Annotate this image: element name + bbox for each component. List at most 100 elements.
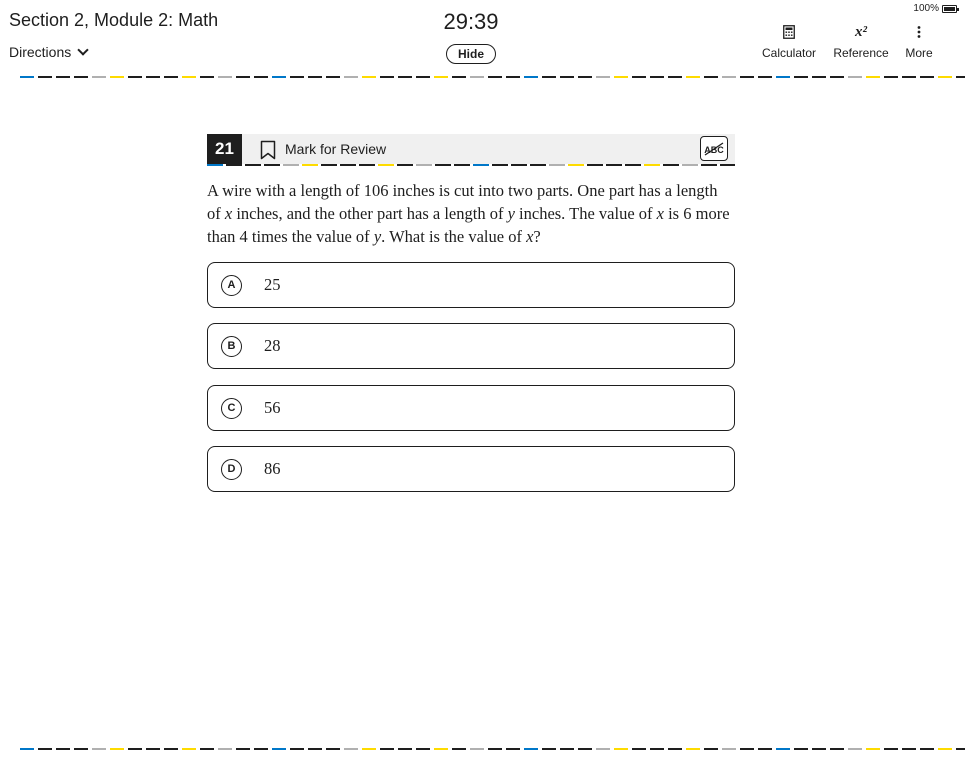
- divider-dash: [830, 76, 844, 78]
- divider-dash: [794, 76, 808, 78]
- divider-dash: [207, 164, 223, 166]
- divider-dash: [740, 748, 754, 750]
- divider-dash: [218, 748, 232, 750]
- divider-dash: [434, 76, 448, 78]
- footer-divider: [20, 748, 965, 750]
- choice-letter-badge: C: [221, 398, 242, 419]
- divider-dash: [650, 748, 664, 750]
- test-header: Section 2, Module 2: Math Directions 29:…: [0, 0, 965, 78]
- divider-dash: [848, 76, 862, 78]
- calculator-button[interactable]: Calculator: [757, 22, 821, 60]
- divider-dash: [321, 164, 337, 166]
- divider-dash: [473, 164, 489, 166]
- divider-dash: [359, 164, 375, 166]
- hide-timer-button[interactable]: Hide: [446, 44, 496, 64]
- answer-choice-d[interactable]: D 86: [207, 446, 735, 492]
- directions-toggle[interactable]: Directions: [9, 43, 89, 60]
- divider-dash: [511, 164, 527, 166]
- divider-dash: [704, 76, 718, 78]
- question-stem: A wire with a length of 106 inches is cu…: [207, 181, 730, 246]
- calculator-label: Calculator: [761, 46, 817, 60]
- divider-dash: [340, 164, 356, 166]
- answer-eliminator-button[interactable]: ABC: [700, 136, 728, 161]
- divider-dash: [884, 748, 898, 750]
- divider-dash: [38, 748, 52, 750]
- divider-dash: [596, 748, 610, 750]
- divider-dash: [283, 164, 299, 166]
- divider-dash: [902, 76, 916, 78]
- divider-dash: [740, 76, 754, 78]
- divider-dash: [470, 748, 484, 750]
- divider-dash: [758, 748, 772, 750]
- divider-dash: [326, 748, 340, 750]
- divider-dash: [164, 748, 178, 750]
- divider-dash: [776, 76, 790, 78]
- divider-dash: [812, 748, 826, 750]
- divider-dash: [398, 76, 412, 78]
- divider-dash: [668, 748, 682, 750]
- divider-dash: [56, 76, 70, 78]
- more-button[interactable]: More: [899, 22, 939, 60]
- divider-dash: [272, 76, 286, 78]
- divider-dash: [380, 748, 394, 750]
- divider-dash: [542, 748, 556, 750]
- divider-dash: [614, 748, 628, 750]
- choice-text: 25: [264, 275, 281, 294]
- divider-dash: [74, 748, 88, 750]
- divider-dash: [830, 748, 844, 750]
- divider-dash: [920, 76, 934, 78]
- divider-dash: [56, 748, 70, 750]
- reference-label: Reference: [833, 46, 889, 60]
- divider-dash: [720, 164, 735, 166]
- divider-dash: [549, 164, 565, 166]
- choice-letter-badge: B: [221, 336, 242, 357]
- divider-dash: [344, 76, 358, 78]
- divider-dash: [38, 76, 52, 78]
- divider-dash: [560, 76, 574, 78]
- divider-dash: [226, 164, 242, 166]
- choice-letter-badge: A: [221, 275, 242, 296]
- divider-dash: [632, 76, 646, 78]
- divider-dash: [326, 76, 340, 78]
- divider-dash: [245, 164, 261, 166]
- divider-dash: [866, 748, 880, 750]
- strikethrough-abc-icon: ABC: [704, 141, 724, 156]
- battery-status: 100%: [913, 3, 959, 14]
- divider-dash: [542, 76, 556, 78]
- divider-dash: [434, 748, 448, 750]
- answer-choice-c[interactable]: C 56: [207, 385, 735, 431]
- divider-dash: [146, 76, 160, 78]
- reference-button[interactable]: x² Reference: [830, 22, 892, 61]
- bookmark-icon[interactable]: [260, 140, 276, 165]
- divider-dash: [416, 76, 430, 78]
- divider-dash: [578, 748, 592, 750]
- divider-dash: [568, 164, 584, 166]
- divider-dash: [452, 748, 466, 750]
- header-divider: [20, 76, 965, 78]
- divider-dash: [110, 76, 124, 78]
- divider-dash: [506, 748, 520, 750]
- choice-text: 56: [264, 398, 281, 417]
- question-bar-divider: [207, 164, 735, 166]
- divider-dash: [722, 748, 736, 750]
- answer-choice-a[interactable]: A 25: [207, 262, 735, 308]
- divider-dash: [704, 748, 718, 750]
- divider-dash: [488, 76, 502, 78]
- divider-dash: [264, 164, 280, 166]
- divider-dash: [614, 76, 628, 78]
- divider-dash: [110, 748, 124, 750]
- answer-choice-b[interactable]: B 28: [207, 323, 735, 369]
- divider-dash: [200, 76, 214, 78]
- divider-dash: [128, 76, 142, 78]
- divider-dash: [682, 164, 698, 166]
- divider-dash: [884, 76, 898, 78]
- question-header-bar: 21 Mark for Review ABC: [207, 134, 735, 164]
- divider-dash: [578, 76, 592, 78]
- divider-dash: [848, 748, 862, 750]
- divider-dash: [470, 76, 484, 78]
- divider-dash: [362, 76, 376, 78]
- divider-dash: [632, 748, 646, 750]
- divider-dash: [254, 76, 268, 78]
- mark-for-review-label[interactable]: Mark for Review: [285, 141, 386, 157]
- divider-dash: [663, 164, 679, 166]
